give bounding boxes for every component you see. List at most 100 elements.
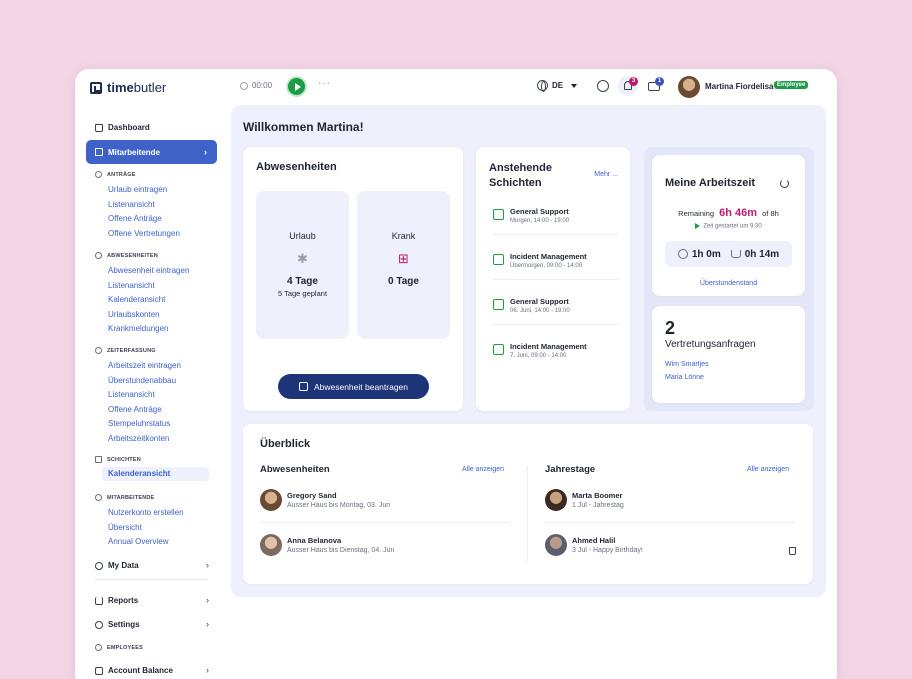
section-title: MITARBEITENDE xyxy=(107,494,155,501)
sidebar-link[interactable]: Abwesenheit eintragen xyxy=(108,266,189,275)
section-title: SCHICHTEN xyxy=(107,456,141,463)
show-all-anniversaries-link[interactable]: Alle anzeigen xyxy=(747,466,789,473)
list-item[interactable]: Ahmed Halil 3 Jul - Happy Birthday! xyxy=(545,534,643,556)
shift-name: General Support xyxy=(510,297,569,306)
substitution-label: Vertretungsanfragen xyxy=(665,339,756,350)
shift-item[interactable]: Incident Management Übermorgen, 09:00 - 1… xyxy=(493,252,587,269)
refresh-icon[interactable] xyxy=(780,179,789,188)
list-item[interactable]: Gregory Sand Ausser Haus bis Montag, 03. … xyxy=(260,489,390,511)
worktime-card: Meine Arbeitszeit Remaining 6h 46m of 8h… xyxy=(652,155,805,296)
sidebar-item-settings[interactable]: Settings xyxy=(95,620,140,629)
clock-icon xyxy=(240,81,248,90)
shift-item[interactable]: Incident Management 7. Juni, 09:00 - 14:0… xyxy=(493,342,587,359)
substitution-name[interactable]: Wim Smartjes xyxy=(665,361,709,368)
top-bar: timebutler 00:00 ··· DE 3 1 Martina Fior… xyxy=(75,69,837,105)
shift-item[interactable]: General Support 06. Juni, 14:00 - 19:00 xyxy=(493,297,570,314)
list-item[interactable]: Anna Belanova Ausser Haus bis Dienstag, 0… xyxy=(260,534,394,556)
sidebar-link[interactable]: Übersicht xyxy=(108,523,142,532)
anniversaries-subtitle: Jahrestage xyxy=(545,464,596,475)
chevron-right-icon: › xyxy=(206,595,209,605)
palm-tree-icon: ✱ xyxy=(297,251,308,266)
avatar[interactable] xyxy=(678,76,700,98)
shift-item[interactable]: General Support Morgen, 14:00 - 19:00 xyxy=(493,207,569,224)
role-badge: Employee xyxy=(774,81,809,89)
column-divider xyxy=(527,466,528,561)
sidebar-link[interactable]: Kalenderansicht xyxy=(108,295,165,304)
sidebar-link[interactable]: Überstundenabbau xyxy=(108,376,176,385)
play-icon xyxy=(294,82,301,91)
gift-icon[interactable] xyxy=(789,547,796,555)
sidebar-link[interactable]: Offene Anträge xyxy=(108,405,162,414)
more-options-button[interactable]: ··· xyxy=(318,78,331,89)
timer: 00:00 xyxy=(240,81,272,90)
shift-time: 06. Juni, 14:00 - 19:00 xyxy=(510,308,570,314)
sidebar-link[interactable]: Arbeitszeit eintragen xyxy=(108,361,181,370)
list-item[interactable]: Marta Boomer 1 Jul - Jahrestag xyxy=(545,489,624,511)
language-value: DE xyxy=(552,81,564,90)
worked-value: 1h 0m xyxy=(691,248,721,260)
sidebar-item-mitarbeitende[interactable]: Mitarbeitende › xyxy=(86,140,217,164)
globe-icon xyxy=(537,80,548,92)
help-icon[interactable] xyxy=(597,80,609,92)
avatar xyxy=(260,489,282,511)
sidebar-item-dashboard[interactable]: Dashboard xyxy=(95,123,150,132)
divider xyxy=(260,522,510,523)
sidebar-link[interactable]: Listenansicht xyxy=(108,390,155,399)
sidebar-link[interactable]: Urlaub eintragen xyxy=(108,185,167,194)
show-all-absences-link[interactable]: Alle anzeigen xyxy=(462,466,504,473)
divider xyxy=(95,579,208,580)
start-timer-button[interactable] xyxy=(286,76,307,97)
language-selector[interactable]: DE xyxy=(537,80,578,92)
avatar xyxy=(545,534,567,556)
sick-days: 0 Tage xyxy=(388,276,419,287)
sidebar-link[interactable]: Offene Vertretungen xyxy=(108,229,180,238)
divider xyxy=(545,522,795,523)
sidebar-item-label: Account Balance xyxy=(108,666,173,675)
avatar xyxy=(260,534,282,556)
sick-tile[interactable]: Krank ⊞ 0 Tage xyxy=(357,191,450,339)
break-value: 0h 14m xyxy=(744,248,780,260)
person-detail: 3 Jul - Happy Birthday! xyxy=(572,547,643,554)
logo[interactable]: timebutler xyxy=(90,80,166,95)
vacation-tile[interactable]: Urlaub ✱ 4 Tage 5 Tage geplant xyxy=(256,191,349,339)
sidebar: Dashboard Mitarbeitende › ANTRÄGE Urlaub… xyxy=(75,105,225,679)
sidebar-link[interactable]: Stempeluhrstatus xyxy=(108,419,170,428)
request-absence-button[interactable]: Abwesenheit beantragen xyxy=(278,374,429,399)
started-info: Zeit gestartet um 9:30 xyxy=(652,223,805,230)
sidebar-link-active[interactable]: Kalenderansicht xyxy=(102,467,209,481)
timer-value: 00:00 xyxy=(252,81,273,90)
sidebar-item-reports[interactable]: Reports xyxy=(95,596,138,605)
timebutler-logo-icon xyxy=(90,81,102,94)
sidebar-link[interactable]: Krankmeldungen xyxy=(108,324,168,333)
substitution-count: 2 xyxy=(665,318,676,338)
calendar-icon xyxy=(298,382,308,391)
sidebar-link[interactable]: Arbeitszeitkonten xyxy=(108,434,169,443)
coffee-cup-icon xyxy=(730,250,741,258)
main-content: Willkommen Martina! Abwesenheiten Urlaub… xyxy=(231,105,826,597)
sidebar-link[interactable]: Annual Overview xyxy=(108,537,168,546)
sidebar-item-account-balance[interactable]: Account Balance xyxy=(95,666,173,675)
chevron-right-icon: › xyxy=(206,560,209,570)
shift-calendar-icon xyxy=(493,209,504,220)
sidebar-link[interactable]: Listenansicht xyxy=(108,200,155,209)
sidebar-link[interactable]: Listenansicht xyxy=(108,281,155,290)
shift-calendar-icon xyxy=(493,254,504,265)
section-antraege: ANTRÄGE xyxy=(95,171,136,178)
sidebar-link[interactable]: Nutzerkonto erstellen xyxy=(108,508,184,517)
remaining-value: 6h 46m xyxy=(719,207,758,219)
substitution-name[interactable]: Maria Lönne xyxy=(665,374,704,381)
overtime-link[interactable]: Überstundenstand xyxy=(652,280,805,287)
shift-calendar-icon xyxy=(493,299,504,310)
overview-card: Überblick Abwesenheiten Alle anzeigen Gr… xyxy=(243,424,813,584)
user-name[interactable]: Martina Fiordelisa xyxy=(705,82,773,91)
sidebar-link[interactable]: Urlaubskonten xyxy=(108,310,160,319)
calendar-icon xyxy=(95,148,103,156)
sidebar-item-my-data[interactable]: My Data xyxy=(95,561,208,570)
tile-label: Krank xyxy=(391,231,416,241)
sidebar-link[interactable]: Offene Anträge xyxy=(108,214,162,223)
section-title: ANTRÄGE xyxy=(107,171,136,178)
shift-time: Übermorgen, 09:00 - 14:00 xyxy=(510,263,583,269)
section-mitarbeitende: MITARBEITENDE xyxy=(95,494,154,501)
vacation-days: 4 Tage xyxy=(287,276,318,287)
more-shifts-link[interactable]: Mehr ... xyxy=(594,171,618,178)
